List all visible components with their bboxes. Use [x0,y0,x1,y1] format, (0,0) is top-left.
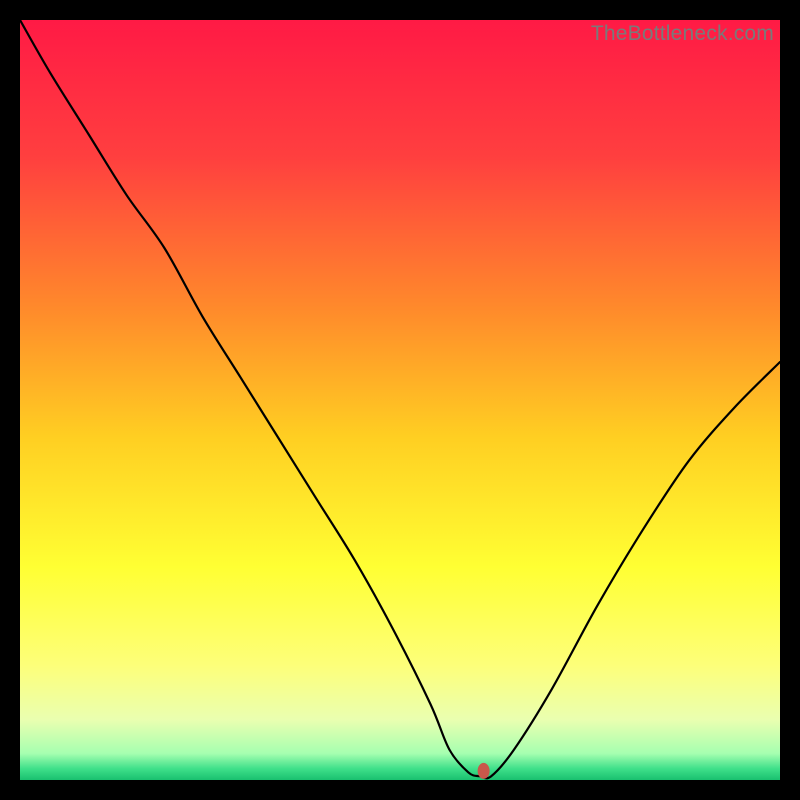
gradient-background [20,20,780,780]
optimal-point-marker [478,763,490,779]
watermark-label: TheBottleneck.com [591,22,774,46]
chart-frame: TheBottleneck.com [20,20,780,780]
bottleneck-chart [20,20,780,780]
